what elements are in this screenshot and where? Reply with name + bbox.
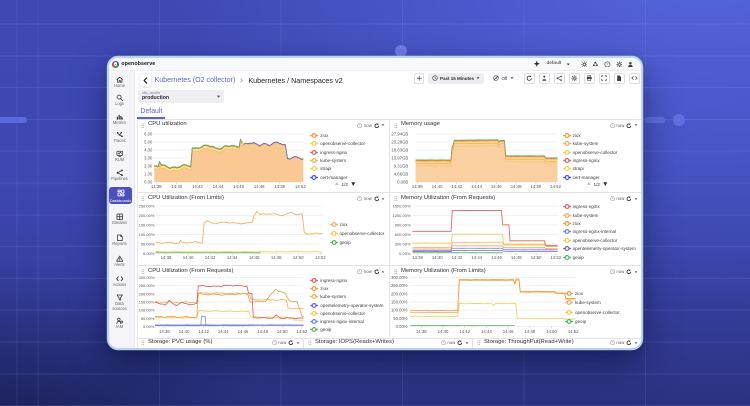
svg-text:14:46: 14:46 <box>233 184 244 189</box>
svg-text:300.00%: 300.00% <box>391 275 408 280</box>
svg-text:14:48: 14:48 <box>254 184 265 189</box>
svg-text:14:42: 14:42 <box>198 329 209 334</box>
svg-text:200.00%: 200.00% <box>139 291 155 296</box>
svg-text:14:52: 14:52 <box>297 329 308 334</box>
svg-text:14:46: 14:46 <box>491 255 502 260</box>
svg-text:100.00%: 100.00% <box>139 232 155 237</box>
svg-text:600.00%: 600.00% <box>395 232 411 237</box>
svg-text:14:38: 14:38 <box>412 255 423 260</box>
svg-text:18.63GB: 18.63GB <box>391 148 408 153</box>
svg-text:14:38: 14:38 <box>151 184 162 189</box>
svg-text:50.00%: 50.00% <box>393 316 407 321</box>
svg-text:14:40: 14:40 <box>432 255 443 260</box>
svg-text:14:50: 14:50 <box>531 184 542 189</box>
svg-text:3.00: 3.00 <box>144 156 153 161</box>
svg-text:100.00%: 100.00% <box>139 308 155 313</box>
svg-text:14:46: 14:46 <box>503 329 514 334</box>
svg-text:150.00%: 150.00% <box>139 300 155 305</box>
svg-text:50.00%: 50.00% <box>141 242 155 247</box>
svg-text:14:38: 14:38 <box>416 329 427 334</box>
svg-text:100.00%: 100.00% <box>391 308 408 313</box>
svg-text:0.00%: 0.00% <box>143 251 155 256</box>
svg-text:0.00: 0.00 <box>144 180 153 185</box>
svg-text:2.00: 2.00 <box>144 164 153 169</box>
svg-text:0.00%: 0.00% <box>399 251 411 256</box>
svg-text:14:42: 14:42 <box>451 184 462 189</box>
svg-text:250.00%: 250.00% <box>391 283 408 288</box>
svg-text:14:44: 14:44 <box>213 184 224 189</box>
svg-text:200.00%: 200.00% <box>391 291 408 296</box>
svg-text:900.00%: 900.00% <box>395 223 411 228</box>
svg-text:14:46: 14:46 <box>249 255 260 260</box>
svg-text:14:38: 14:38 <box>161 255 172 260</box>
svg-text:14:38: 14:38 <box>159 329 170 334</box>
svg-text:14:46: 14:46 <box>238 329 249 334</box>
svg-text:300.00%: 300.00% <box>395 242 411 247</box>
svg-text:14:48: 14:48 <box>257 329 268 334</box>
svg-text:14:52: 14:52 <box>315 255 326 260</box>
svg-text:1500.00%: 1500.00% <box>392 204 410 209</box>
svg-text:1200.00%: 1200.00% <box>392 213 410 218</box>
svg-text:0.00B: 0.00B <box>397 180 408 185</box>
svg-text:14:52: 14:52 <box>550 255 561 260</box>
svg-text:14:42: 14:42 <box>192 184 203 189</box>
svg-text:14:40: 14:40 <box>171 184 182 189</box>
svg-text:14:52: 14:52 <box>550 184 561 189</box>
svg-text:14:42: 14:42 <box>452 255 463 260</box>
svg-text:14:44: 14:44 <box>471 255 482 260</box>
svg-text:14:50: 14:50 <box>274 184 285 189</box>
svg-text:14:44: 14:44 <box>471 184 482 189</box>
svg-text:0.00%: 0.00% <box>396 324 408 329</box>
svg-text:14:48: 14:48 <box>271 255 282 260</box>
svg-text:1.00: 1.00 <box>144 172 153 177</box>
svg-text:0.00%: 0.00% <box>143 324 155 329</box>
svg-text:14:48: 14:48 <box>511 255 522 260</box>
svg-text:14:52: 14:52 <box>568 329 579 334</box>
svg-text:14:50: 14:50 <box>293 255 304 260</box>
svg-text:14:48: 14:48 <box>524 329 535 334</box>
svg-text:14:44: 14:44 <box>227 255 238 260</box>
svg-text:150.00%: 150.00% <box>139 223 155 228</box>
svg-text:50.00%: 50.00% <box>141 316 155 321</box>
svg-text:5.00: 5.00 <box>144 140 153 145</box>
svg-text:14:46: 14:46 <box>491 184 502 189</box>
svg-text:4.00: 4.00 <box>144 148 153 153</box>
svg-text:150.00%: 150.00% <box>391 300 408 305</box>
svg-text:200.00%: 200.00% <box>139 213 155 218</box>
svg-text:14:52: 14:52 <box>295 184 306 189</box>
svg-text:14:50: 14:50 <box>546 329 557 334</box>
svg-text:13.97GB: 13.97GB <box>391 156 408 161</box>
svg-text:14:50: 14:50 <box>531 255 542 260</box>
svg-text:27.94GB: 27.94GB <box>391 132 408 137</box>
svg-text:23.28GB: 23.28GB <box>391 140 408 145</box>
svg-text:6.00: 6.00 <box>144 132 153 137</box>
svg-text:9.31GB: 9.31GB <box>394 164 409 169</box>
svg-text:14:42: 14:42 <box>205 255 216 260</box>
svg-text:14:40: 14:40 <box>183 255 194 260</box>
svg-text:14:40: 14:40 <box>438 329 449 334</box>
svg-text:14:42: 14:42 <box>459 329 470 334</box>
svg-text:4.66GB: 4.66GB <box>394 172 409 177</box>
svg-text:14:40: 14:40 <box>432 184 443 189</box>
svg-text:14:44: 14:44 <box>481 329 492 334</box>
svg-text:300.00%: 300.00% <box>139 275 155 280</box>
svg-text:14:40: 14:40 <box>179 329 190 334</box>
svg-text:250.00%: 250.00% <box>139 283 155 288</box>
svg-text:250.00%: 250.00% <box>139 204 155 209</box>
svg-text:14:50: 14:50 <box>277 329 288 334</box>
svg-text:14:38: 14:38 <box>412 184 423 189</box>
svg-text:14:44: 14:44 <box>218 329 229 334</box>
svg-text:14:48: 14:48 <box>511 184 522 189</box>
